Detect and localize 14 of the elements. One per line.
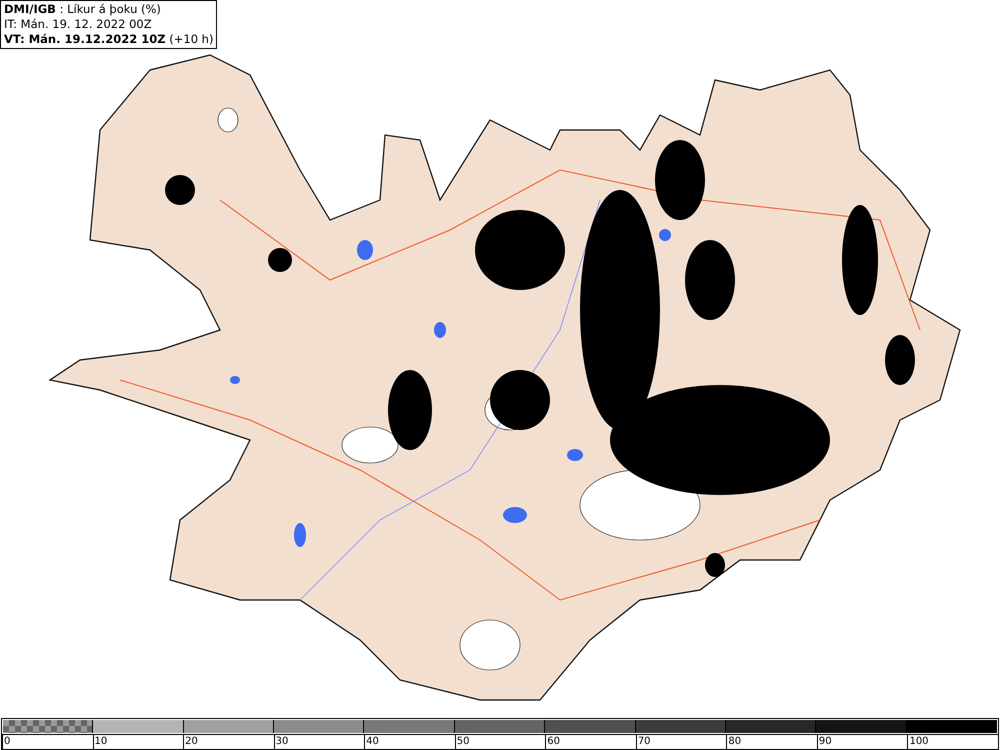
legend-label: 60 [545,735,560,749]
legend-label: 0 [2,735,10,749]
legend-label: 80 [726,735,742,749]
header-line: DMI/IGB : Líkur á þoku (%) [4,2,162,17]
legend-label: 100 [907,735,929,749]
header-line: VT: Mán. 19.12.2022 10Z (+10 h) [4,32,214,47]
legend-label: 30 [274,735,288,749]
legend-label: 20 [183,735,198,749]
header-line: IT: Mán. 19. 12. 2022 00Z [4,17,153,32]
legend-label: 90 [816,735,832,749]
legend-label: 50 [454,735,470,749]
legend-label: 10 [92,735,108,749]
legend-label: 70 [636,735,651,749]
legend-label: 40 [364,735,379,749]
